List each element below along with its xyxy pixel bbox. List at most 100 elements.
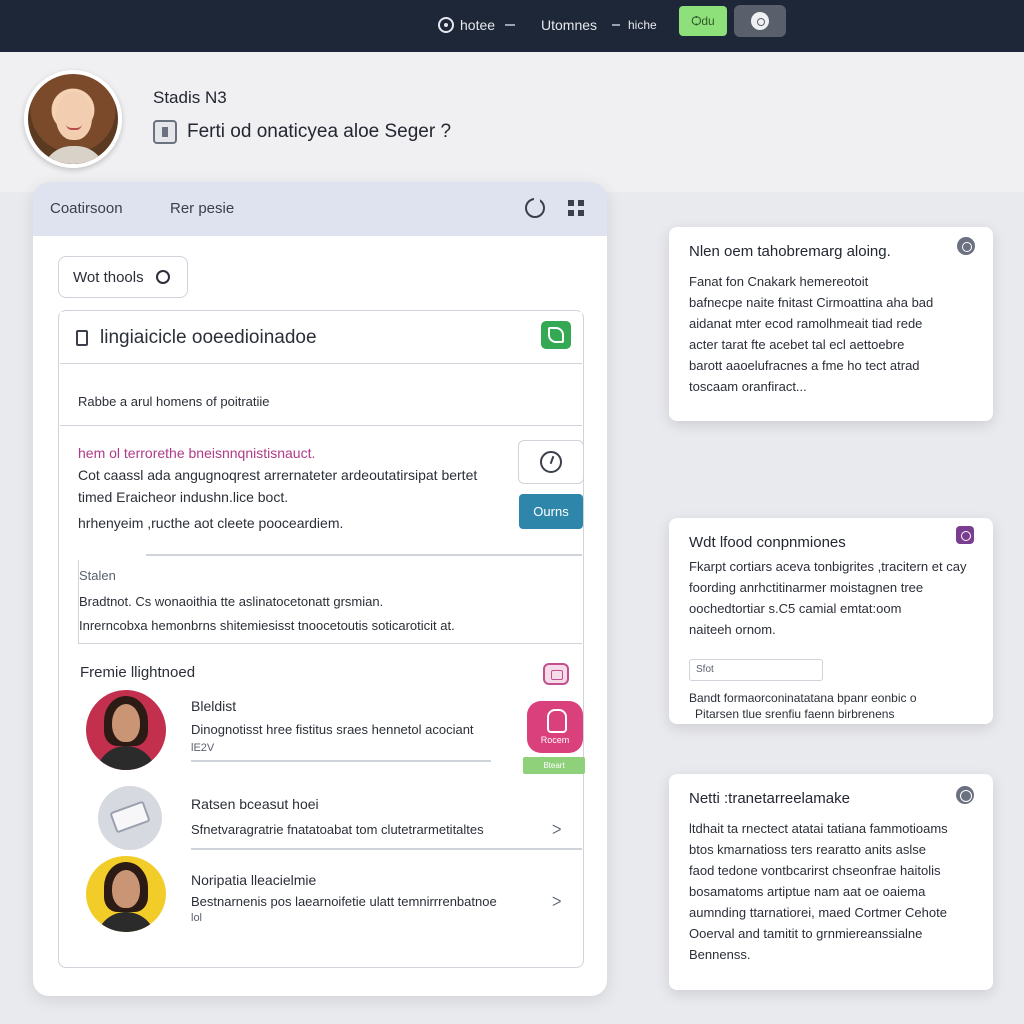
card-line: toscaam oranfiract... <box>689 379 807 394</box>
card-line: aidanat mter ecod ramolhmeait tiad rede <box>689 316 923 331</box>
card-title: Nlen oem tahobremarg aloing. <box>689 243 891 260</box>
nav-item-label: hotee <box>460 17 496 33</box>
nav-item-utomnes[interactable]: Utomnes <box>541 14 597 36</box>
profile-question: Ferti od onaticyea aloe Seger ? <box>153 120 451 144</box>
card-line: bafnecpe naite fnitast Cirmoattina aha b… <box>689 295 934 310</box>
primary-action-button[interactable]: Ѻdu <box>679 6 727 36</box>
friends-title: Fremie llightnoed <box>80 664 196 681</box>
options-icon[interactable] <box>956 786 974 804</box>
tab-coatirsoon[interactable]: Coatirsoon <box>50 200 123 217</box>
top-navigation-bar: hotee Utomnes hiche Ѻdu <box>0 0 1024 52</box>
refresh-icon[interactable] <box>525 196 545 218</box>
card-line: foording anrhctitinarmer moistagnen tree <box>689 580 924 595</box>
divider <box>191 760 491 762</box>
card-line: faod tedone vontbcarirst chseonfrae hait… <box>689 863 941 878</box>
settings-icon[interactable] <box>956 526 974 544</box>
info-icon[interactable] <box>957 237 975 255</box>
message-highlight[interactable]: hem ol terrorethe bneisnnqnistisnauct. <box>78 442 508 464</box>
avatar <box>86 856 166 932</box>
panel-tab-bar: Coatirsoon Rer pesie <box>33 182 607 236</box>
card-line: Fanat fon Cnakark hemereotoit <box>689 274 869 289</box>
filter-chip-label: Wot thools <box>73 268 144 286</box>
friend-sub: lol <box>191 912 203 924</box>
card-line: Fkarpt cortiars aceva tonbigrites ,traci… <box>689 559 967 574</box>
grid-icon[interactable] <box>568 200 584 216</box>
card-title: Netti :tranetarreelamake <box>689 790 850 807</box>
status-pill[interactable]: Bteart <box>523 757 585 774</box>
toggle-icon <box>751 12 769 30</box>
card-line: aumnding ttarnatiorei, maed Cortmer Ceho… <box>689 905 947 920</box>
friend-sub: lE2V <box>191 742 215 754</box>
section-label: Stalen <box>79 568 116 583</box>
checkbox-icon[interactable] <box>153 120 177 144</box>
card-line: oochedtortiar s.C5 camial emtat:oom <box>689 601 902 616</box>
subtitle-text: Rabbe a arul homens of poitratiie <box>78 394 270 409</box>
card-line: Bennenss. <box>689 947 751 962</box>
radio-icon <box>438 17 454 33</box>
nav-item-home[interactable]: hotee <box>438 14 495 36</box>
message-block: hem ol terrorethe bneisnnqnistisnauct. C… <box>78 442 508 534</box>
nav-separator <box>505 14 515 36</box>
document-icon <box>76 329 88 346</box>
schedule-button[interactable] <box>518 440 584 484</box>
section-subtitle: Rabbe a arul homens of poitratiie <box>60 364 582 426</box>
info-card: Netti :tranetarreelamake ltdhait ta rnec… <box>669 774 993 990</box>
avatar <box>98 786 162 850</box>
card-line: Ooerval and tamitit to grnmiereanssialne <box>689 926 923 941</box>
section-line: Bradtnot. Cs wonaoithia tte aslinatoceto… <box>79 594 384 609</box>
friend-name: Ratsen bceasut hoei <box>191 796 319 812</box>
list-item[interactable]: Noripatia lleacielmie Bestnarnenis pos l… <box>78 854 582 934</box>
card-body: Fanat fon Cnakark hemereotoit bafnecpe n… <box>689 271 933 397</box>
info-card: Nlen oem tahobremarg aloing. Fanat fon C… <box>669 227 993 421</box>
divider <box>146 554 582 556</box>
conversation-panel: Coatirsoon Rer pesie Wot thools lingiaic… <box>33 182 607 996</box>
friend-desc: Sfnetvaragratrie fnatatoabat tom clutetr… <box>191 822 484 837</box>
friend-desc: Bestnarnenis pos laearnoifetie ulatt tem… <box>191 894 497 909</box>
friend-name: Bleldist <box>191 698 237 714</box>
search-text: lingiaicicle ooeedioinadoe <box>100 326 317 348</box>
tab-rer-pesie[interactable]: Rer pesie <box>170 200 234 217</box>
divider <box>191 848 582 850</box>
card-line: ltdhait ta rnectect atatai tatiana fammo… <box>689 821 948 836</box>
submit-button[interactable]: Ourns <box>519 494 583 529</box>
filter-chip[interactable]: Wot thools <box>58 256 188 298</box>
avatar <box>86 690 166 770</box>
tag-icon[interactable] <box>543 663 569 685</box>
nav-separator <box>612 14 620 36</box>
card-footer-line: Pitarsen tlue srenfiu faenn birbrenens <box>695 707 895 721</box>
chevron-icon[interactable]: ᐳ <box>552 894 561 910</box>
card-line: bosamatoms artiptue nam aat oe oaiema <box>689 884 926 899</box>
profile-badge[interactable]: Rocem <box>527 701 583 753</box>
card-line: btos kmarnatioss ters rearatto anits asl… <box>689 842 926 857</box>
message-line: Cot caassl ada angugnoqrest arrernateter… <box>78 467 478 483</box>
list-item[interactable]: Ratsen bceasut hoei Sfnetvaragratrie fna… <box>78 786 582 856</box>
toggle-button[interactable] <box>734 5 786 37</box>
card-body: ltdhait ta rnectect atatai tatiana fammo… <box>689 818 948 965</box>
friend-desc: Dinognotisst hree fistitus sraes henneto… <box>191 722 474 737</box>
clock-icon <box>540 451 562 473</box>
nav-item-label: hiche <box>628 18 657 32</box>
card-line: naiteeh ornom. <box>689 622 776 637</box>
info-card: Wdt lfood conpnmiones Fkarpt cortiars ac… <box>669 518 993 724</box>
dash-icon <box>505 24 515 26</box>
card-line: barott aaoelufracnes a fme ho tect atrad <box>689 358 920 373</box>
section-line: Inrerncobxa hemonbrns shitemiesisst tnoo… <box>79 618 455 633</box>
chevron-icon[interactable]: ᐳ <box>552 822 561 838</box>
call-button[interactable] <box>541 321 571 349</box>
card-footer: Bandt formaorconinatatana bpanr eonbic o… <box>689 690 917 722</box>
status-section: Stalen Bradtnot. Cs wonaoithia tte aslin… <box>78 560 582 644</box>
list-item[interactable]: Bleldist Dinognotisst hree fistitus srae… <box>78 690 582 780</box>
message-line: hrhenyeim ,ructhe aot cleete pooceardiem… <box>78 515 344 531</box>
dash-icon <box>612 24 620 26</box>
card-title: Wdt lfood conpnmiones <box>689 534 846 551</box>
profile-avatar[interactable] <box>24 70 122 168</box>
card-line: acter tarat fte acebet tal ecl aettoebre <box>689 337 905 352</box>
profile-name: Stadis N3 <box>153 88 227 107</box>
card-footer-line: Bandt formaorconinatatana bpanr eonbic o <box>689 691 917 705</box>
circle-icon <box>155 270 170 284</box>
nav-item-hiche[interactable]: hiche <box>628 14 657 36</box>
card-input[interactable]: Sfot <box>689 659 823 681</box>
search-input[interactable]: lingiaicicle ooeedioinadoe <box>60 312 582 364</box>
question-text: Ferti od onaticyea aloe Seger ? <box>187 121 452 142</box>
friend-name: Noripatia lleacielmie <box>191 872 317 888</box>
